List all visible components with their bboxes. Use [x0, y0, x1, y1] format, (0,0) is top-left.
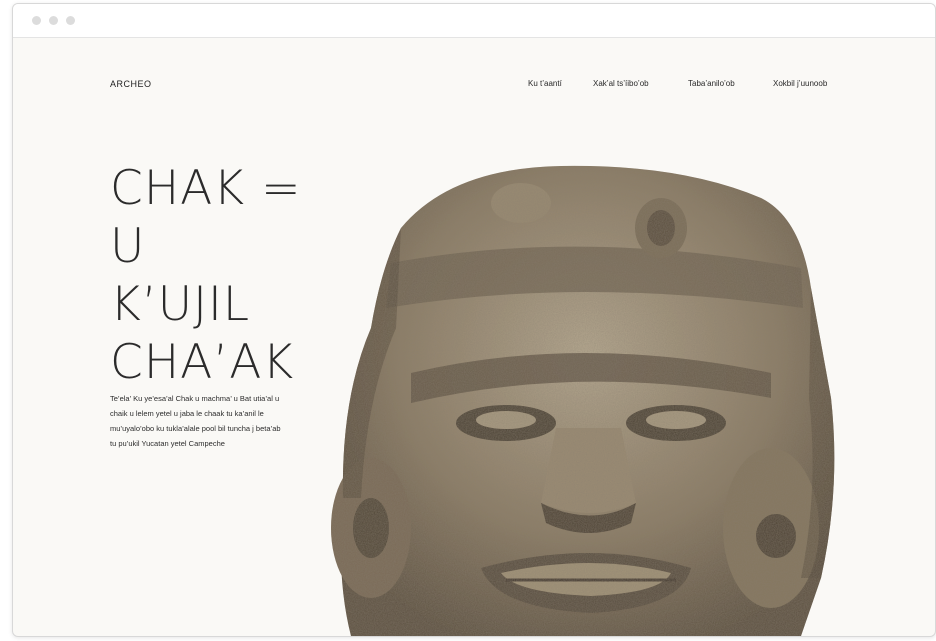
chaak-statue-image [331, 165, 835, 636]
hero-title-line: CHA’AK [110, 335, 295, 390]
page-content: ARCHEO Ku t’aantí Xak’al ts’íibo’ob Taba… [13, 38, 935, 636]
nav-link-xakal-tsiibooob[interactable]: Xak’al ts’íibo’ob [593, 79, 649, 88]
hero-title: CHAK = U K’UJIL CHA’AK [110, 160, 301, 392]
nav-link-tabaanilooob[interactable]: Taba’anilo’ob [688, 79, 735, 88]
window-maximize-dot[interactable] [66, 16, 75, 25]
brand-logo[interactable]: ARCHEO [110, 79, 152, 89]
nav-link-ku-taanti[interactable]: Ku t’aantí [528, 79, 562, 88]
window-minimize-dot[interactable] [49, 16, 58, 25]
hero-title-line: K’UJIL [110, 277, 251, 332]
nav-link-xokbil-juunoob[interactable]: Xokbil j’uunoob [773, 79, 827, 88]
window-close-dot[interactable] [32, 16, 41, 25]
hero-title-line: CHAK = [110, 161, 302, 216]
hero-title-line: U [110, 219, 146, 274]
browser-titlebar [13, 4, 935, 38]
browser-window: ARCHEO Ku t’aantí Xak’al ts’íibo’ob Taba… [12, 3, 936, 637]
hero-description: Te’ela’ Ku ye’esa’al Chak u machma’ u Ba… [110, 394, 281, 448]
